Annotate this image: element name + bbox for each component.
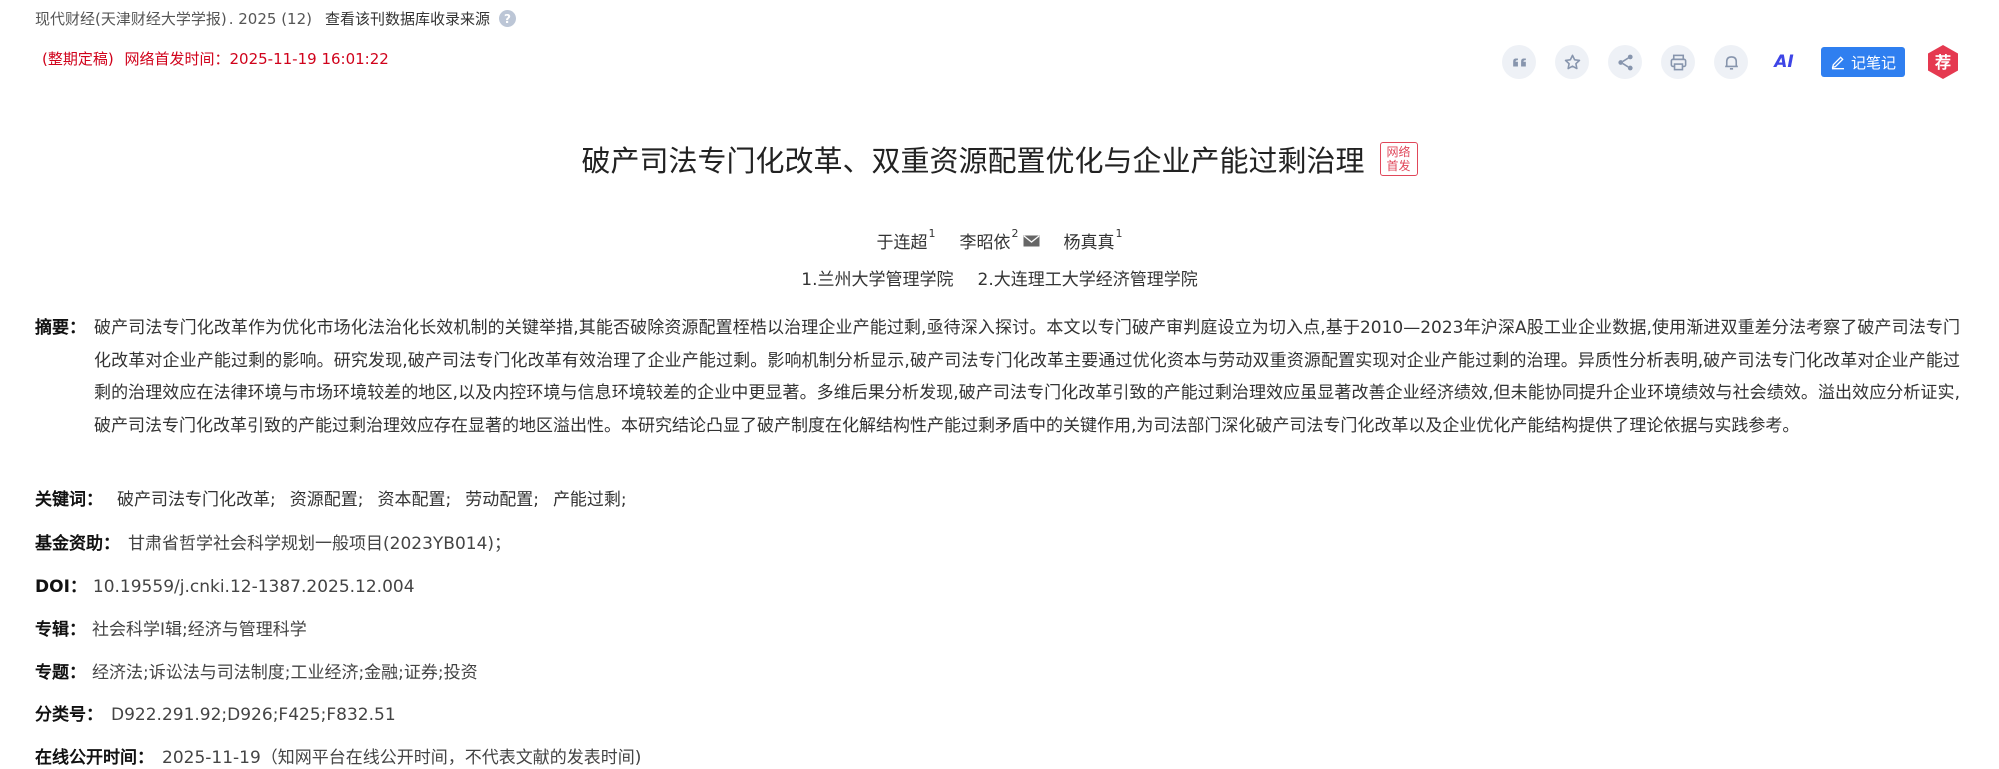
bell-icon (1724, 55, 1738, 70)
ai-label: AI (1774, 52, 1794, 72)
take-note-label: 记笔记 (1850, 53, 1896, 72)
recommend-icon: 荐 (1928, 45, 1958, 79)
clc-value: D922.291.92;D926;F425;F832.51 (111, 705, 396, 725)
title-row: 破产司法专门化改革、双重资源配置优化与企业产能过剩治理 网络 首发 (0, 138, 1999, 180)
badge-line-2: 首发 (1386, 159, 1411, 173)
author-name: 于连超 (876, 233, 928, 253)
journal-issue[interactable]: . 2025 (12) (229, 10, 312, 28)
fund-label: 基金资助： (35, 534, 120, 554)
topic-row: 专题： 经济法;诉讼法与司法制度;工业经济;金融;证券;投资 (35, 658, 478, 683)
affiliation-link[interactable]: 2.大连理工大学经济管理学院 (978, 265, 1198, 290)
doi-label: DOI： (35, 577, 87, 597)
doi-row: DOI： 10.19559/j.cnki.12-1387.2025.12.004 (35, 572, 415, 597)
star-icon (1564, 54, 1580, 69)
fund-link[interactable]: 甘肃省哲学社会科学规划一般项目(2023YB014)； (128, 529, 511, 554)
journal-name[interactable]: 现代财经(天津财经大学学报) (35, 8, 227, 29)
clc-label: 分类号： (35, 705, 103, 725)
author-name: 杨真真 (1063, 233, 1115, 253)
fund-row: 基金资助： 甘肃省哲学社会科学规划一般项目(2023YB014)； (35, 529, 511, 554)
series-value: 社会科学Ⅰ辑;经济与管理科学 (92, 620, 307, 640)
topic-value: 经济法;诉讼法与司法制度;工业经济;金融;证券;投资 (92, 663, 478, 683)
author-affiliation-index: 1 (928, 227, 936, 240)
doi-value: 10.19559/j.cnki.12-1387.2025.12.004 (92, 577, 415, 597)
quote-icon (1512, 58, 1526, 66)
source-line: 现代财经(天津财经大学学报) . 2025 (12) 查看该刊数据库收录来源 ? (35, 8, 517, 29)
share-button[interactable] (1608, 45, 1642, 79)
keyword-link[interactable]: 产能过剩; (553, 485, 627, 510)
keyword-link[interactable]: 资本配置; (377, 485, 451, 510)
author-affiliation-index: 2 (1011, 227, 1019, 240)
author-affiliation-index: 1 (1115, 227, 1123, 240)
recommend-button[interactable]: 荐 (1925, 44, 1961, 80)
favorite-button[interactable] (1555, 45, 1589, 79)
print-button[interactable] (1661, 45, 1695, 79)
pencil-icon (1831, 56, 1844, 70)
mail-icon[interactable] (1023, 235, 1040, 247)
abstract-text: 破产司法专门化改革作为优化市场化法治化长效机制的关键举措,其能否破除资源配置桎梏… (94, 318, 1960, 436)
ai-button[interactable]: AI (1767, 45, 1801, 79)
status-badge: (整期定稿) (42, 50, 114, 68)
keyword-link[interactable]: 劳动配置; (465, 485, 539, 510)
series-label: 专辑： (35, 620, 86, 640)
abstract-label: 摘要： (35, 318, 86, 338)
print-icon (1670, 54, 1686, 70)
author-link[interactable]: 于连超 1 (877, 228, 936, 253)
keyword-link[interactable]: 资源配置; (290, 485, 364, 510)
series-row: 专辑： 社会科学Ⅰ辑;经济与管理科学 (35, 615, 307, 640)
keywords-row: 关键词： 破产司法专门化改革; 资源配置; 资本配置; 劳动配置; 产能过剩; (35, 485, 627, 510)
share-icon (1617, 54, 1633, 70)
clc-row: 分类号： D922.291.92;D926;F425;F832.51 (35, 700, 396, 725)
affiliation-list: 1.兰州大学管理学院 2.大连理工大学经济管理学院 (0, 265, 1999, 290)
quote-button[interactable] (1502, 45, 1536, 79)
recommend-label: 荐 (1934, 53, 1951, 72)
badge-line-1: 网络 (1386, 145, 1411, 159)
affiliation-link[interactable]: 1.兰州大学管理学院 (801, 265, 953, 290)
online-date-row: 在线公开时间： 2025-11-19（知网平台在线公开时间，不代表文献的发表时间… (35, 743, 641, 768)
keywords-label: 关键词： (35, 490, 103, 510)
author-link[interactable]: 杨真真 1 (1064, 228, 1123, 253)
online-date-label: 在线公开时间： (35, 748, 154, 768)
online-first-badge: 网络 首发 (1379, 142, 1418, 176)
keyword-link[interactable]: 破产司法专门化改革; (117, 485, 276, 510)
abstract-section: 摘要： 破产司法专门化改革作为优化市场化法治化长效机制的关键举措,其能否破除资源… (35, 312, 1960, 442)
help-icon[interactable]: ? (499, 10, 517, 27)
publication-status: (整期定稿) 网络首发时间：2025-11-19 16:01:22 (42, 48, 389, 69)
page-title: 破产司法专门化改革、双重资源配置优化与企业产能过剩治理 (581, 144, 1365, 178)
author-link[interactable]: 李昭依 2 (960, 228, 1040, 253)
online-date-value: 2025-11-19（知网平台在线公开时间，不代表文献的发表时间) (162, 748, 642, 768)
author-name: 李昭依 (959, 233, 1011, 253)
online-first-time: 网络首发时间：2025-11-19 16:01:22 (124, 50, 389, 68)
db-source-link[interactable]: 查看该刊数据库收录来源 (325, 8, 490, 29)
topic-label: 专题： (35, 663, 86, 683)
author-list: 于连超 1 李昭依 2 杨真真 1 (0, 228, 1999, 253)
alert-button[interactable] (1714, 45, 1748, 79)
take-note-button[interactable]: 记笔记 (1821, 47, 1905, 77)
